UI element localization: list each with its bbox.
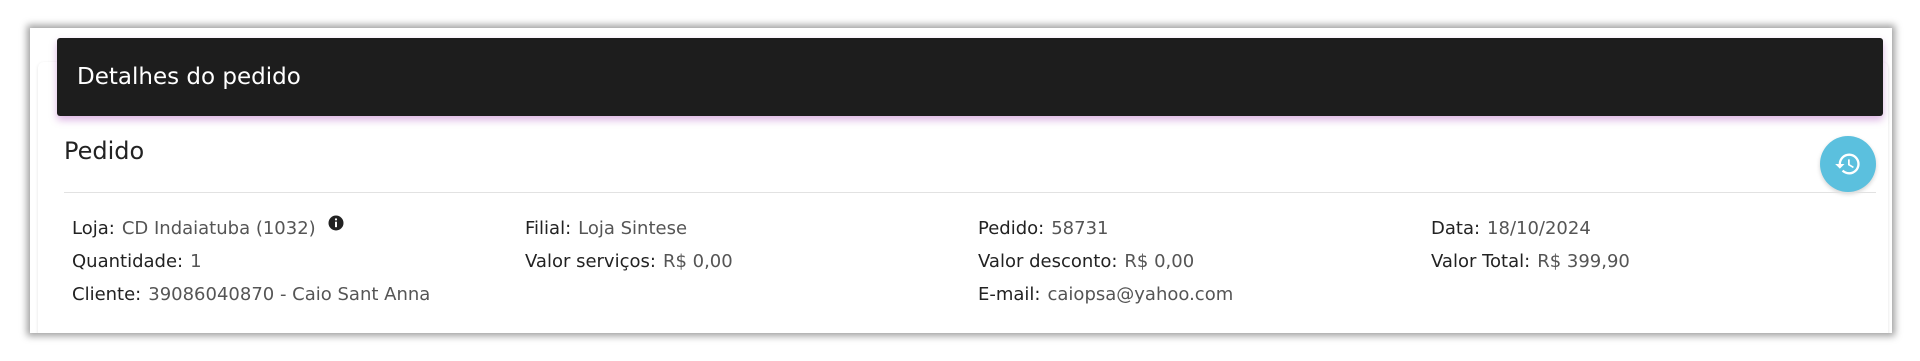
email-value: caiopsa@yahoo.com: [1047, 284, 1234, 305]
field-valor-desconto: Valor desconto: R$ 0,00: [978, 250, 1194, 274]
field-quantidade: Quantidade: 1: [72, 250, 202, 274]
field-pedido: Pedido: 58731: [978, 217, 1108, 241]
section-divider: [64, 192, 1876, 193]
order-details-window: Detalhes do pedido Pedido Loja: CD Indaia…: [30, 28, 1892, 333]
field-valor-total: Valor Total: R$ 399,90: [1431, 250, 1630, 274]
history-button[interactable]: [1820, 136, 1876, 192]
field-email: E-mail: caiopsa@yahoo.com: [978, 283, 1233, 307]
header-bar: Detalhes do pedido: [57, 38, 1883, 116]
quantidade-label: Quantidade:: [72, 251, 184, 272]
loja-value: CD Indaiatuba (1032): [121, 218, 316, 239]
filial-label: Filial:: [525, 218, 572, 239]
valor-servicos-value: R$ 0,00: [662, 251, 733, 272]
loja-label: Loja:: [72, 218, 115, 239]
section-title: Pedido: [64, 137, 145, 165]
field-filial: Filial: Loja Sintese: [525, 217, 687, 241]
header-title: Detalhes do pedido: [77, 64, 301, 90]
field-cliente: Cliente: 39086040870 - Caio Sant Anna: [72, 283, 430, 307]
pedido-label: Pedido:: [978, 218, 1045, 239]
valor-desconto-value: R$ 0,00: [1124, 251, 1195, 272]
cliente-label: Cliente:: [72, 284, 142, 305]
email-label: E-mail:: [978, 284, 1041, 305]
valor-servicos-label: Valor serviços:: [525, 251, 656, 272]
valor-desconto-label: Valor desconto:: [978, 251, 1118, 272]
info-icon[interactable]: [328, 214, 344, 238]
field-loja: Loja: CD Indaiatuba (1032): [72, 214, 344, 241]
quantidade-value: 1: [190, 251, 202, 272]
field-data: Data: 18/10/2024: [1431, 217, 1591, 241]
valor-total-label: Valor Total:: [1431, 251, 1531, 272]
history-icon: [1835, 153, 1860, 175]
filial-value: Loja Sintese: [578, 218, 688, 239]
data-label: Data:: [1431, 218, 1481, 239]
data-value: 18/10/2024: [1487, 218, 1591, 239]
valor-total-value: R$ 399,90: [1537, 251, 1630, 272]
field-valor-servicos: Valor serviços: R$ 0,00: [525, 250, 733, 274]
cliente-value: 39086040870 - Caio Sant Anna: [148, 284, 431, 305]
pedido-value: 58731: [1051, 218, 1109, 239]
